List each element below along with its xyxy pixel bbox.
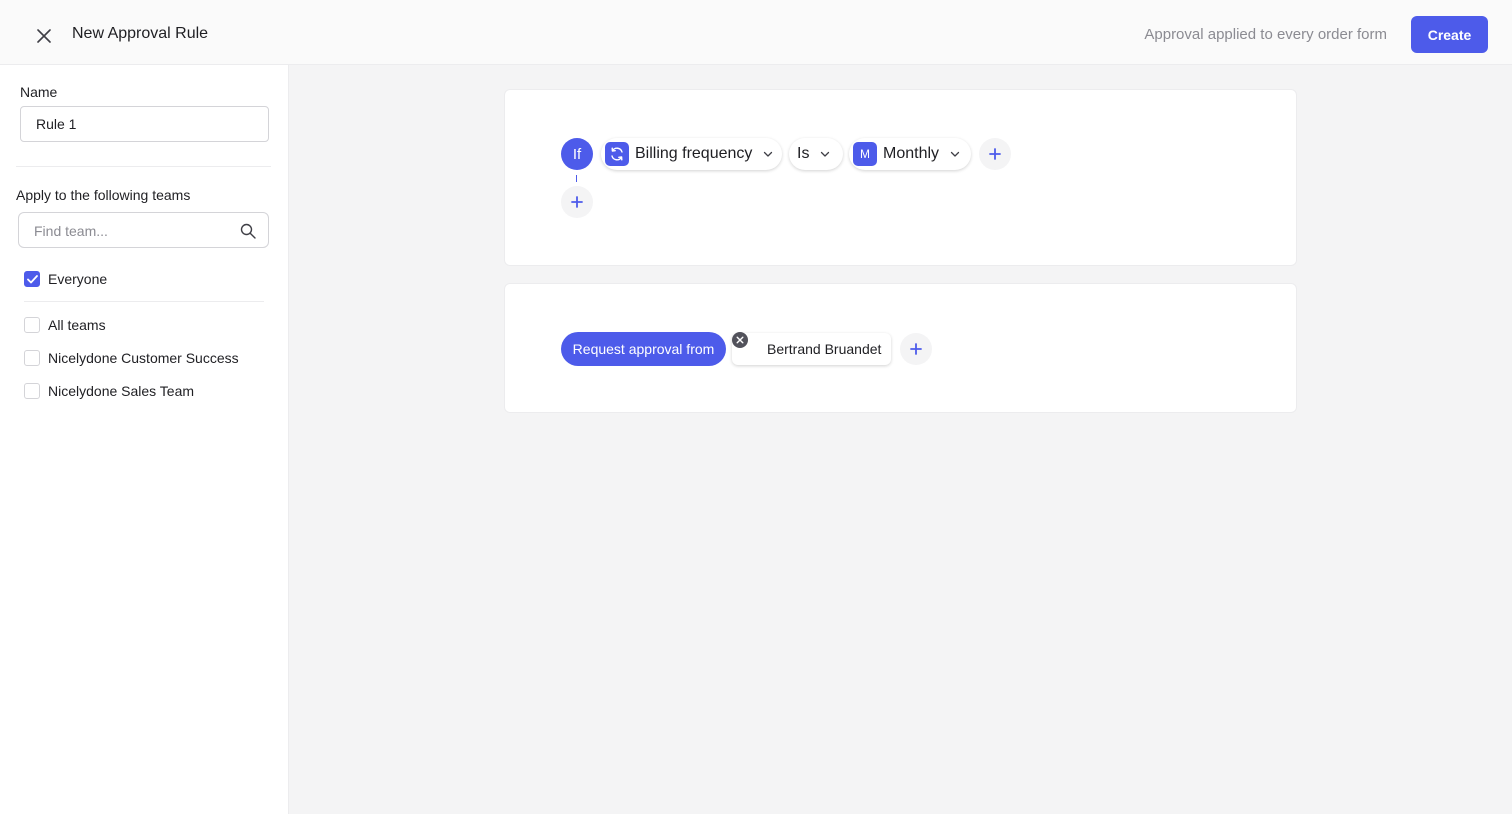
- operator-label: Is: [797, 145, 810, 162]
- team-search-input[interactable]: [34, 221, 234, 241]
- check-icon: [26, 274, 38, 283]
- chevron-down-icon: [821, 151, 830, 157]
- field-label: Billing frequency: [635, 145, 753, 162]
- create-button[interactable]: Create: [1411, 16, 1488, 53]
- add-approver-button[interactable]: [900, 333, 932, 365]
- value-select[interactable]: M Monthly: [849, 138, 971, 170]
- name-label: Name: [20, 84, 58, 100]
- team-search-box: [18, 212, 269, 248]
- approver-chip[interactable]: Bertrand Bruandet: [732, 333, 891, 365]
- team-option-label: Everyone: [48, 271, 108, 287]
- team-option-everyone[interactable]: Everyone: [24, 270, 107, 288]
- approver-name: Bertrand Bruandet: [767, 341, 882, 357]
- refresh-icon: [605, 142, 629, 166]
- team-option-label: All teams: [48, 317, 106, 333]
- if-badge: If: [561, 138, 593, 170]
- page-title: New Approval Rule: [72, 25, 209, 42]
- remove-approver-icon[interactable]: [732, 332, 748, 348]
- plus-icon: [571, 196, 583, 208]
- value-tag: M: [853, 142, 877, 166]
- search-icon[interactable]: [240, 223, 256, 239]
- operator-select[interactable]: Is: [789, 138, 843, 170]
- close-icon[interactable]: [32, 24, 56, 48]
- field-select[interactable]: Billing frequency: [601, 138, 782, 170]
- divider: [24, 301, 264, 302]
- condition-card: If Billing frequency Is M Monthly: [504, 89, 1297, 266]
- team-option-label: Nicelydone Customer Success: [48, 350, 239, 366]
- add-rule-button[interactable]: [561, 186, 593, 218]
- checkbox-checked[interactable]: [24, 271, 40, 287]
- name-input[interactable]: [20, 106, 269, 142]
- plus-icon: [989, 148, 1001, 160]
- checkbox[interactable]: [24, 350, 40, 366]
- plus-icon: [910, 343, 922, 355]
- team-option-all-teams[interactable]: All teams: [24, 316, 106, 334]
- checkbox[interactable]: [24, 317, 40, 333]
- header-bar: New Approval Rule Approval applied to ev…: [0, 0, 1512, 65]
- team-option-sales-team[interactable]: Nicelydone Sales Team: [24, 382, 194, 400]
- teams-label: Apply to the following teams: [16, 187, 191, 203]
- chevron-down-icon: [950, 151, 960, 157]
- sidebar: Name Apply to the following teams Everyo…: [0, 65, 289, 814]
- chevron-down-icon: [764, 151, 773, 157]
- team-option-customer-success[interactable]: Nicelydone Customer Success: [24, 349, 239, 367]
- value-label: Monthly: [883, 145, 940, 162]
- checkbox[interactable]: [24, 383, 40, 399]
- request-approval-badge: Request approval from: [561, 332, 726, 366]
- connector-line: [576, 175, 577, 182]
- header-note: Approval applied to every order form: [1144, 26, 1387, 43]
- divider: [16, 166, 271, 167]
- add-condition-button[interactable]: [979, 138, 1011, 170]
- team-option-label: Nicelydone Sales Team: [48, 383, 195, 399]
- approval-card: Request approval from Bertrand Bruandet: [504, 283, 1297, 413]
